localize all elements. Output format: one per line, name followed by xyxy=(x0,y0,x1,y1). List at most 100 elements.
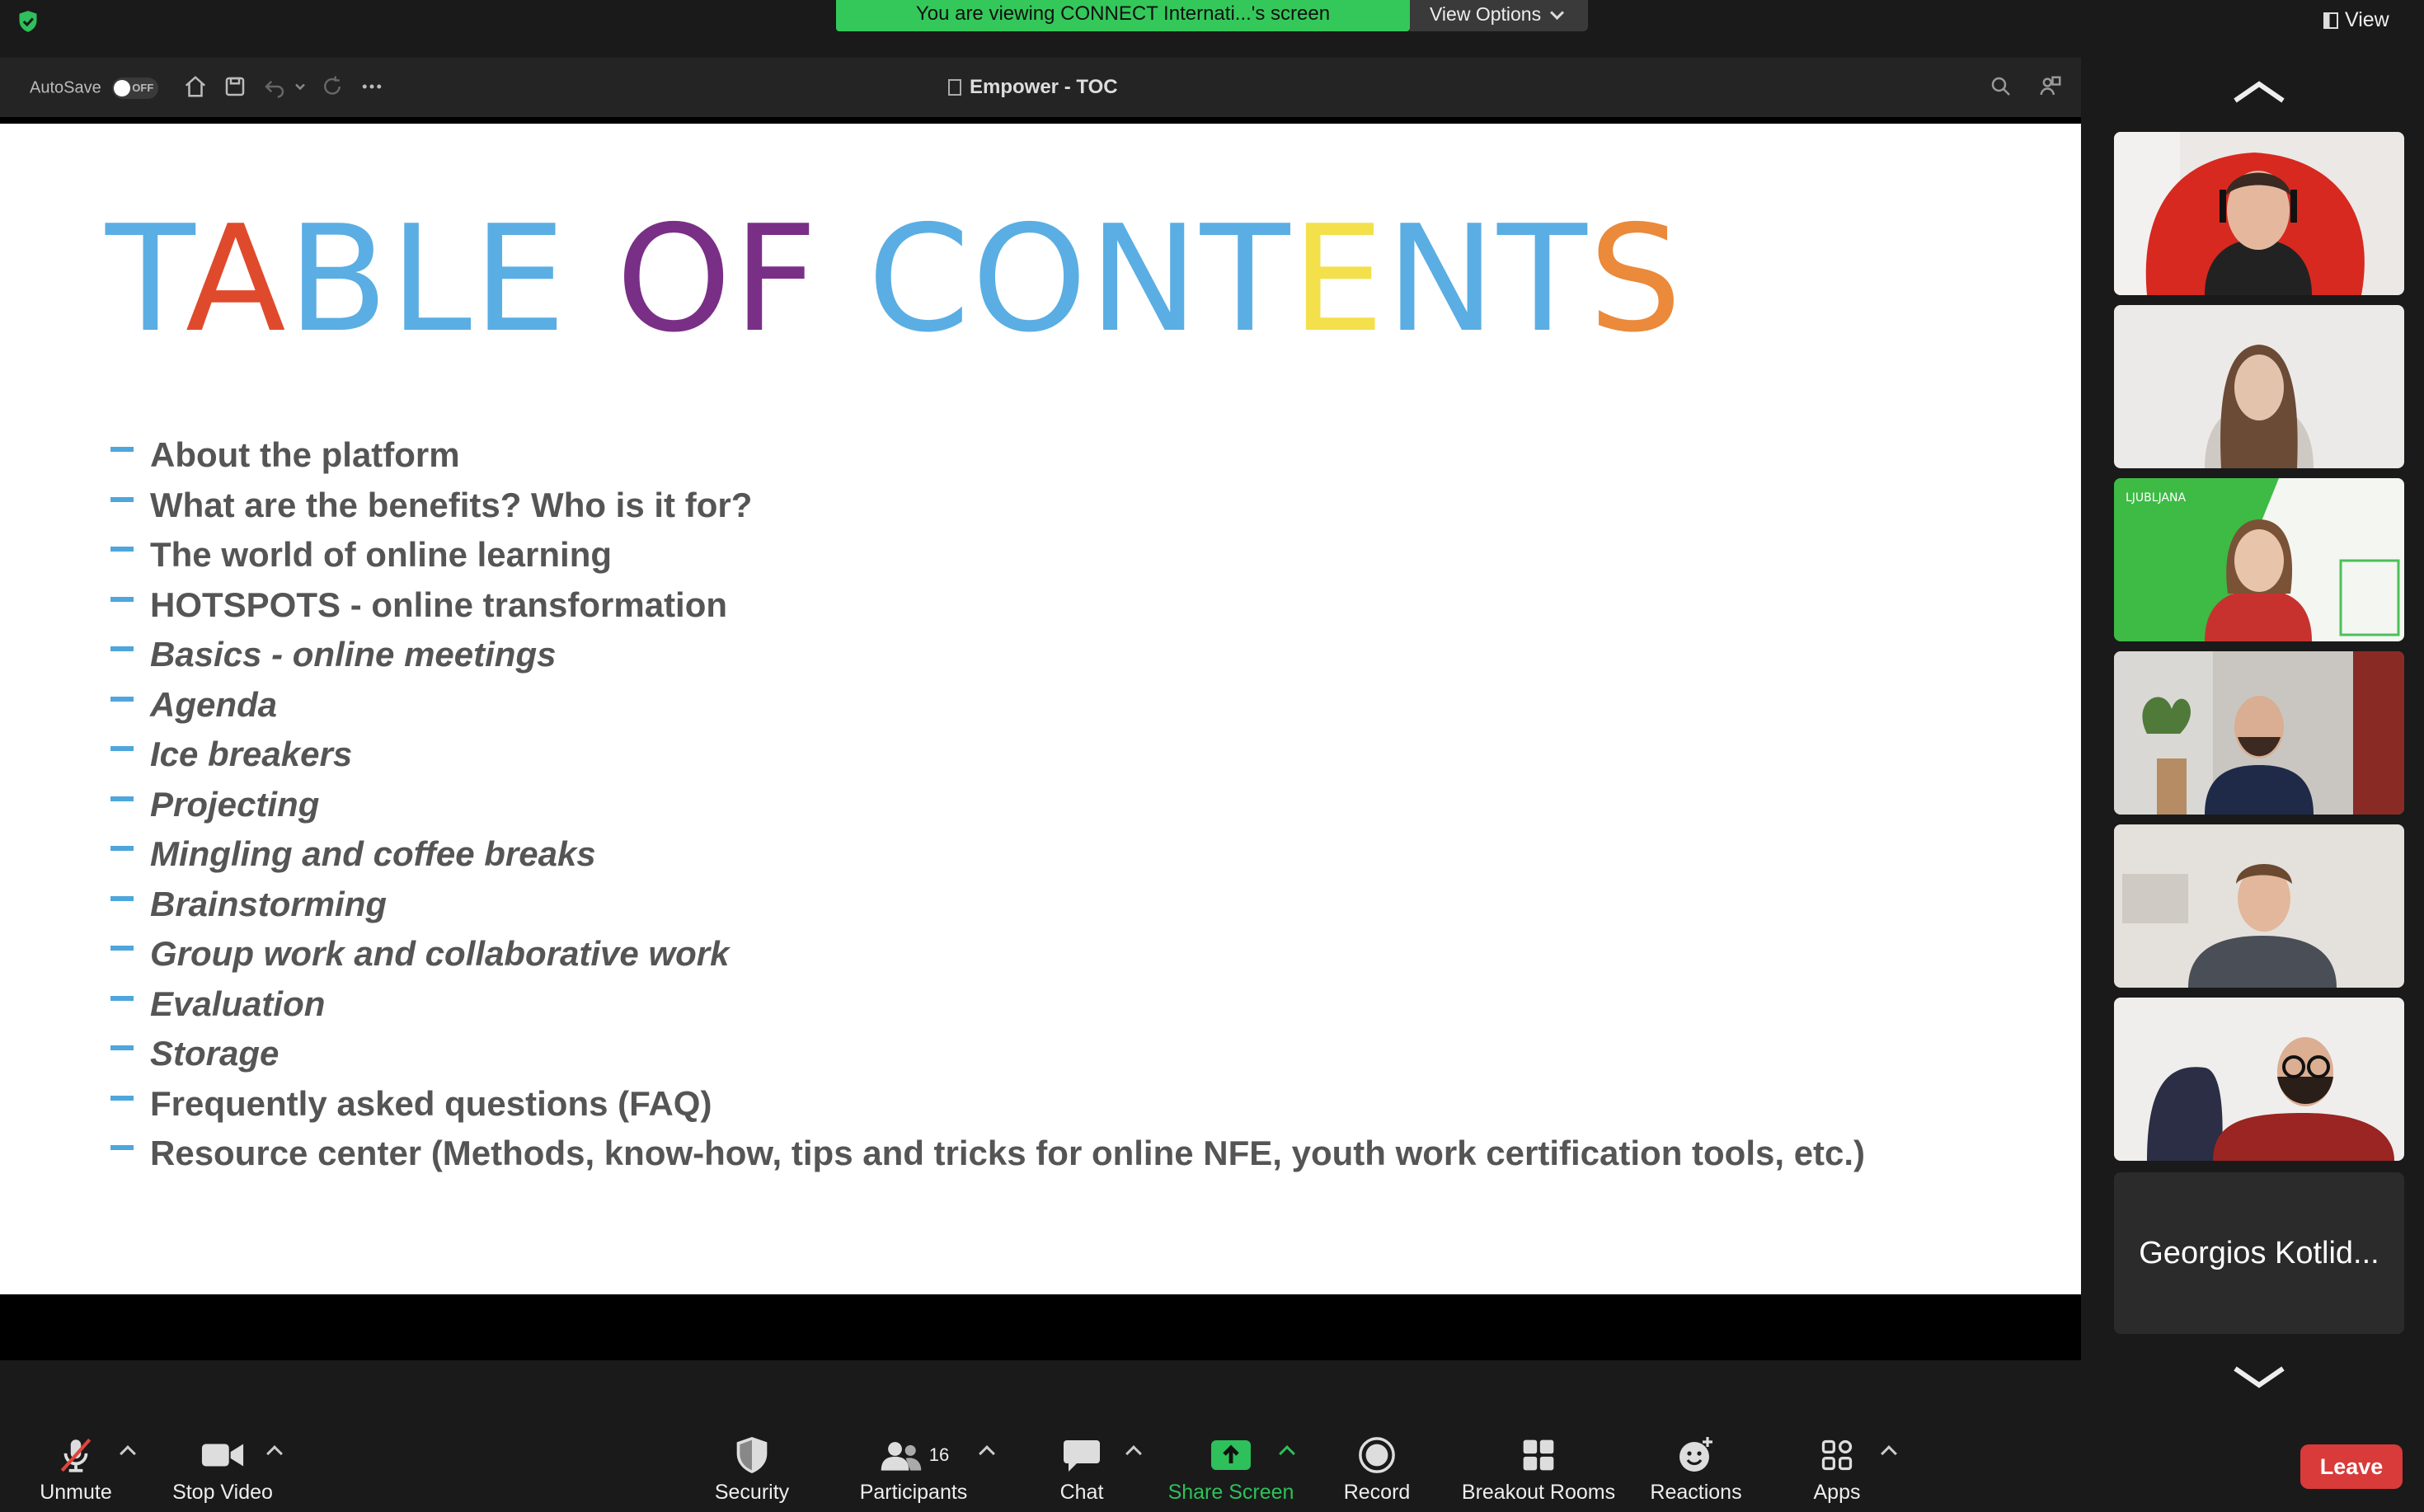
record-button[interactable]: Record xyxy=(1336,1435,1418,1505)
redo-icon[interactable] xyxy=(320,74,345,99)
title-letter: T xyxy=(1200,194,1292,364)
powerpoint-toolbar: AutoSave OFF Empower - TOC xyxy=(0,58,2081,117)
share-screen-button[interactable]: Share Screen xyxy=(1163,1435,1299,1505)
participant-video-tile[interactable] xyxy=(2114,132,2404,295)
toc-item-text: Storage xyxy=(150,1034,280,1073)
participant-video-tile[interactable] xyxy=(2114,998,2404,1161)
toc-item: Projecting xyxy=(109,780,1865,830)
title-letter: L xyxy=(389,194,473,364)
reactions-icon xyxy=(1679,1437,1712,1472)
leave-button[interactable]: Leave xyxy=(2300,1444,2403,1489)
bullet-dash xyxy=(110,1045,134,1050)
breakout-rooms-button[interactable]: Breakout Rooms xyxy=(1456,1435,1621,1505)
toc-item: What are the benefits? Who is it for? xyxy=(109,481,1865,531)
toc-item-text: About the platform xyxy=(150,435,460,474)
bullet-dash xyxy=(110,746,134,751)
bullet-dash xyxy=(110,447,134,452)
toc-item-text: Agenda xyxy=(150,684,278,724)
share-screen-label: Share Screen xyxy=(1167,1481,1294,1504)
autosave-label: AutoSave xyxy=(30,78,101,97)
bullet-dash xyxy=(110,696,134,702)
viewing-screen-banner: You are viewing CONNECT Internati...'s s… xyxy=(836,0,1410,31)
home-icon[interactable] xyxy=(183,74,208,99)
toc-item: Ice breakers xyxy=(109,730,1865,780)
title-letter: E xyxy=(473,194,568,364)
title-letter: A xyxy=(185,194,288,364)
layout-icon xyxy=(2323,12,2338,29)
view-options-label: View Options xyxy=(1430,3,1542,25)
apps-button[interactable]: Apps xyxy=(1802,1435,1872,1505)
toc-item: About the platform xyxy=(109,430,1865,481)
reactions-button[interactable]: Reactions xyxy=(1646,1435,1746,1505)
shared-screen: AutoSave OFF Empower - TOC TABLE OF CONT… xyxy=(0,58,2081,1360)
apps-options-caret[interactable] xyxy=(1881,1445,1897,1462)
autosave-state: OFF xyxy=(132,82,154,94)
unmute-button[interactable]: Unmute xyxy=(33,1435,119,1505)
participant-video-tile[interactable]: LJUBLJANA xyxy=(2114,478,2404,641)
participant-video-tile[interactable] xyxy=(2114,305,2404,468)
participants-button[interactable]: 16 Participants xyxy=(849,1435,978,1505)
document-icon xyxy=(948,79,961,96)
document-title-text: Empower - TOC xyxy=(970,76,1118,98)
autosave-toggle[interactable]: OFF xyxy=(112,77,159,99)
audio-options-caret[interactable] xyxy=(120,1445,136,1462)
chat-options-caret[interactable] xyxy=(1125,1445,1142,1462)
bullet-dash xyxy=(110,646,134,651)
participant-video-tile[interactable] xyxy=(2114,824,2404,988)
toc-item-text: HOTSPOTS - online transformation xyxy=(150,585,728,624)
gallery-scroll-down-icon[interactable] xyxy=(2230,1360,2288,1393)
title-letter: S xyxy=(1588,194,1684,364)
table-of-contents-list: About the platform What are the benefits?… xyxy=(109,430,1865,1179)
toc-item-text: Resource center (Methods, know-how, tips… xyxy=(150,1134,1866,1172)
toc-item: Agenda xyxy=(109,680,1865,730)
title-letter: T xyxy=(1497,194,1589,364)
title-letter: O xyxy=(616,194,734,364)
title-letter: C xyxy=(867,194,972,364)
view-options-button[interactable]: View Options xyxy=(1410,0,1588,31)
toc-item: Evaluation xyxy=(109,979,1865,1030)
document-title: Empower - TOC xyxy=(948,76,1118,99)
video-camera-icon xyxy=(201,1444,244,1467)
title-letter: N xyxy=(1088,194,1200,364)
undo-icon[interactable] xyxy=(262,74,287,99)
bullet-dash xyxy=(110,796,134,801)
chat-button[interactable]: Chat xyxy=(1047,1435,1116,1505)
more-icon[interactable] xyxy=(359,74,384,99)
gallery-scroll-up-icon[interactable] xyxy=(2230,76,2288,109)
participant-name-tile[interactable]: Georgios Kotlid... xyxy=(2114,1172,2404,1334)
apps-label: Apps xyxy=(1813,1481,1861,1504)
participant-video-tile[interactable] xyxy=(2114,651,2404,815)
toc-item: Group work and collaborative work xyxy=(109,929,1865,979)
save-icon[interactable] xyxy=(223,74,247,99)
bullet-dash xyxy=(110,995,134,1001)
toc-item: Mingling and coffee breaks xyxy=(109,829,1865,880)
record-icon xyxy=(1359,1437,1395,1473)
security-button[interactable]: Security xyxy=(709,1435,795,1505)
title-letter: F xyxy=(733,194,820,364)
toc-item-text: Mingling and coffee breaks xyxy=(150,834,596,873)
undo-dropdown-icon[interactable] xyxy=(294,74,307,99)
autosave-control[interactable]: AutoSave OFF xyxy=(30,77,159,99)
slide-title: TABLE OF CONTENTS xyxy=(106,206,1684,353)
title-letter xyxy=(820,194,868,364)
share-people-icon[interactable] xyxy=(2038,74,2063,99)
participants-options-caret[interactable] xyxy=(979,1445,995,1462)
shield-check-icon[interactable] xyxy=(16,10,40,33)
toc-item-text: Projecting xyxy=(150,784,320,824)
chat-bubble-icon xyxy=(1064,1440,1100,1472)
bullet-dash xyxy=(110,496,134,502)
toc-item-text: Ice breakers xyxy=(150,735,353,773)
toc-item-text: Group work and collaborative work xyxy=(150,934,730,973)
title-letter xyxy=(567,194,616,364)
toc-item-text: Basics - online meetings xyxy=(150,635,557,674)
search-icon[interactable] xyxy=(1989,74,2013,99)
security-shield-icon xyxy=(736,1437,768,1473)
bullet-dash xyxy=(110,596,134,602)
toc-item: Basics - online meetings xyxy=(109,630,1865,680)
toc-item: Resource center (Methods, know-how, tips… xyxy=(109,1129,1865,1179)
toc-item: The world of online learning xyxy=(109,530,1865,580)
view-button[interactable]: View xyxy=(2323,8,2389,32)
record-label: Record xyxy=(1343,1481,1411,1504)
toc-item: Brainstorming xyxy=(109,880,1865,930)
stop-video-button[interactable]: Stop Video xyxy=(167,1435,279,1505)
